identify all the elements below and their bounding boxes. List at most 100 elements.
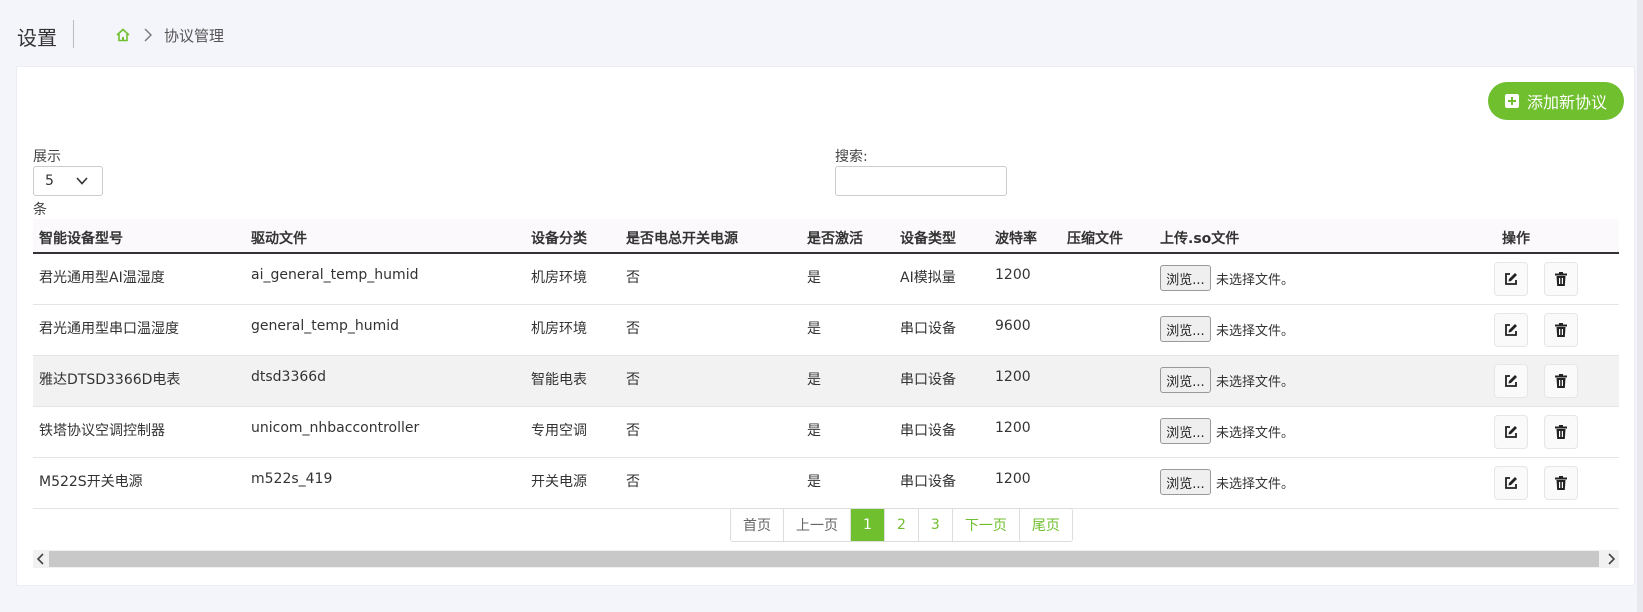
page-button-3[interactable]: 3: [918, 509, 953, 541]
cell-model: 雅达DTSD3366D电表: [39, 372, 181, 388]
edit-button[interactable]: [1494, 313, 1528, 347]
title-divider: [73, 20, 74, 48]
cell-type: 串口设备: [900, 321, 956, 337]
entries-label: 条: [33, 202, 47, 218]
no-file-label: 未选择文件。: [1216, 477, 1295, 492]
edit-button[interactable]: [1494, 415, 1528, 449]
delete-button[interactable]: [1544, 262, 1578, 296]
cell-category: 开关电源: [531, 474, 587, 490]
no-file-label: 未选择文件。: [1216, 324, 1295, 339]
cell-power: 否: [626, 372, 640, 388]
cell-model: M522S开关电源: [39, 474, 143, 490]
delete-button[interactable]: [1544, 364, 1578, 398]
cell-active: 是: [807, 270, 821, 286]
delete-button[interactable]: [1544, 466, 1578, 500]
page-length-value: 5: [45, 173, 54, 189]
cell-type: 串口设备: [900, 372, 956, 388]
delete-button[interactable]: [1544, 415, 1578, 449]
chevron-right-icon: [144, 28, 152, 42]
top-bar: 设置 协议管理: [0, 0, 1643, 66]
cell-driver: general_temp_humid: [251, 318, 399, 334]
browse-button[interactable]: 浏览...: [1160, 316, 1211, 342]
cell-baud: 9600: [995, 318, 1031, 334]
cell-type: 串口设备: [900, 423, 956, 439]
delete-button[interactable]: [1544, 313, 1578, 347]
column-header-type[interactable]: 设备类型: [900, 228, 956, 248]
table-row: 君光通用型串口温湿度 general_temp_humid 机房环境 否 是 串…: [33, 305, 1619, 356]
edit-button[interactable]: [1494, 364, 1528, 398]
cell-baud: 1200: [995, 420, 1031, 436]
trash-icon: [1555, 272, 1567, 286]
scroll-left-icon[interactable]: [36, 553, 46, 565]
cell-baud: 1200: [995, 267, 1031, 283]
trash-icon: [1555, 425, 1567, 439]
cell-baud: 1200: [995, 471, 1031, 487]
column-header-driver[interactable]: 驱动文件: [251, 228, 307, 248]
no-file-label: 未选择文件。: [1216, 273, 1295, 288]
vertical-scrollbar[interactable]: [1637, 0, 1643, 612]
table-row: M522S开关电源 m522s_419 开关电源 否 是 串口设备 1200 浏…: [33, 458, 1619, 509]
cell-active: 是: [807, 372, 821, 388]
prev-page-button[interactable]: 上一页: [784, 509, 851, 541]
cell-active: 是: [807, 321, 821, 337]
home-icon[interactable]: [115, 27, 131, 43]
edit-icon: [1505, 426, 1517, 438]
protocol-table: 智能设备型号 驱动文件 设备分类 是否电总开关电源 是否激活 设备类型 波特率 …: [33, 219, 1619, 509]
cell-power: 否: [626, 270, 640, 286]
scroll-right-icon[interactable]: [1606, 553, 1616, 565]
column-header-baud[interactable]: 波特率: [995, 228, 1037, 248]
edit-button[interactable]: [1494, 466, 1528, 500]
cell-baud: 1200: [995, 369, 1031, 385]
first-page-button[interactable]: 首页: [731, 509, 784, 541]
cell-power: 否: [626, 423, 640, 439]
trash-icon: [1555, 323, 1567, 337]
edit-icon: [1505, 477, 1517, 489]
cell-power: 否: [626, 321, 640, 337]
cell-power: 否: [626, 474, 640, 490]
column-header-category[interactable]: 设备分类: [531, 228, 587, 248]
browse-button[interactable]: 浏览...: [1160, 418, 1211, 444]
column-header-power[interactable]: 是否电总开关电源: [626, 228, 738, 248]
table-row: 君光通用型AI温湿度 ai_general_temp_humid 机房环境 否 …: [33, 254, 1619, 305]
cell-model: 铁塔协议空调控制器: [39, 423, 165, 439]
column-header-actions: 操作: [1502, 231, 1530, 247]
cell-type: 串口设备: [900, 474, 956, 490]
chevron-down-icon: [76, 177, 88, 185]
show-label: 展示: [33, 149, 61, 165]
column-header-model[interactable]: 智能设备型号: [39, 228, 123, 248]
browse-button[interactable]: 浏览...: [1160, 367, 1211, 393]
page-button-1[interactable]: 1: [851, 509, 885, 541]
last-page-button[interactable]: 尾页: [1019, 509, 1072, 541]
table-row: 雅达DTSD3366D电表 dtsd3366d 智能电表 否 是 串口设备 12…: [33, 356, 1619, 407]
browse-button[interactable]: 浏览...: [1160, 469, 1211, 495]
cell-active: 是: [807, 423, 821, 439]
edit-button[interactable]: [1494, 262, 1528, 296]
add-protocol-button[interactable]: 添加新协议: [1488, 82, 1624, 120]
cell-category: 智能电表: [531, 372, 587, 388]
scrollbar-thumb[interactable]: [49, 551, 1599, 567]
browse-button[interactable]: 浏览...: [1160, 265, 1211, 291]
cell-driver: unicom_nhbaccontroller: [251, 420, 420, 436]
cell-category: 专用空调: [531, 423, 587, 439]
edit-icon: [1505, 375, 1517, 387]
cell-category: 机房环境: [531, 321, 587, 337]
cell-driver: dtsd3366d: [251, 369, 327, 385]
edit-icon: [1505, 273, 1517, 285]
edit-icon: [1505, 324, 1517, 336]
page-length-select[interactable]: 5: [33, 166, 103, 196]
horizontal-scrollbar[interactable]: [33, 550, 1619, 568]
search-label: 搜索:: [835, 149, 868, 165]
cell-active: 是: [807, 474, 821, 490]
page-button-2[interactable]: 2: [885, 509, 919, 541]
column-header-compressed[interactable]: 压缩文件: [1067, 228, 1123, 248]
cell-model: 君光通用型串口温湿度: [39, 321, 179, 337]
column-header-active[interactable]: 是否激活: [807, 228, 863, 248]
pagination: 首页 上一页 1 2 3 下一页 尾页: [730, 508, 1073, 542]
page-title: 设置: [17, 26, 57, 50]
column-header-upload[interactable]: 上传.so文件: [1160, 228, 1239, 248]
search-input[interactable]: [835, 166, 1007, 196]
next-page-button[interactable]: 下一页: [952, 509, 1020, 541]
plus-square-icon: [1504, 94, 1519, 108]
cell-type: AI模拟量: [900, 270, 956, 286]
table-row: 铁塔协议空调控制器 unicom_nhbaccontroller 专用空调 否 …: [33, 407, 1619, 458]
